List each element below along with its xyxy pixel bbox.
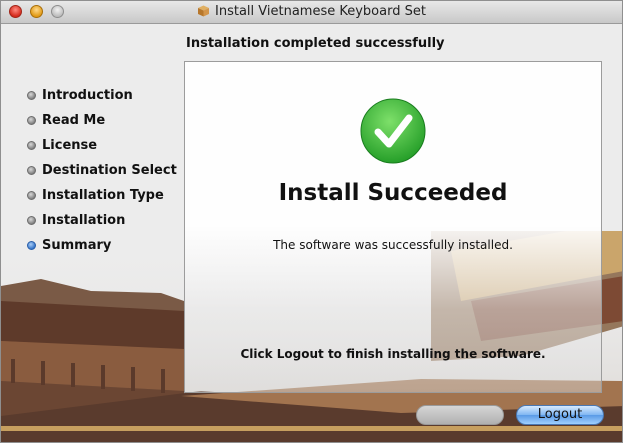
- step-complete-bullet: [27, 216, 36, 225]
- step-license: License: [27, 133, 177, 158]
- step-complete-bullet: [27, 141, 36, 150]
- step-destination-select: Destination Select: [27, 158, 177, 183]
- checkmark-icon: [360, 98, 426, 164]
- step-complete-bullet: [27, 91, 36, 100]
- installer-window: Install Vietnamese Keyboard Set Installa…: [0, 0, 623, 443]
- window-title-group: Install Vietnamese Keyboard Set: [1, 4, 622, 19]
- step-complete-bullet: [27, 191, 36, 200]
- step-summary: Summary: [27, 233, 177, 258]
- step-installation-type: Installation Type: [27, 183, 177, 208]
- step-read-me: Read Me: [27, 108, 177, 133]
- go-back-button-disabled: [416, 405, 504, 425]
- installer-steps: Introduction Read Me License Destination…: [27, 83, 177, 258]
- step-current-bullet: [27, 241, 36, 250]
- summary-panel: Install Succeeded The software was succe…: [184, 61, 602, 393]
- page-header: Installation completed successfully: [186, 36, 445, 51]
- step-introduction: Introduction: [27, 83, 177, 108]
- step-installation: Installation: [27, 208, 177, 233]
- logout-button[interactable]: Logout: [516, 405, 604, 425]
- step-label: License: [42, 138, 98, 153]
- step-complete-bullet: [27, 116, 36, 125]
- step-label: Installation: [42, 213, 126, 228]
- step-label: Installation Type: [42, 188, 164, 203]
- install-status-heading: Install Succeeded: [278, 180, 508, 206]
- step-label: Introduction: [42, 88, 133, 103]
- title-bar[interactable]: Install Vietnamese Keyboard Set: [1, 1, 622, 24]
- logout-instruction: Click Logout to finish installing the so…: [240, 347, 546, 361]
- step-label: Read Me: [42, 113, 106, 128]
- install-status-message: The software was successfully installed.: [273, 238, 513, 252]
- step-label: Summary: [42, 238, 112, 253]
- step-label: Destination Select: [42, 163, 177, 178]
- step-complete-bullet: [27, 166, 36, 175]
- window-title: Install Vietnamese Keyboard Set: [215, 4, 426, 19]
- package-icon: [198, 5, 210, 17]
